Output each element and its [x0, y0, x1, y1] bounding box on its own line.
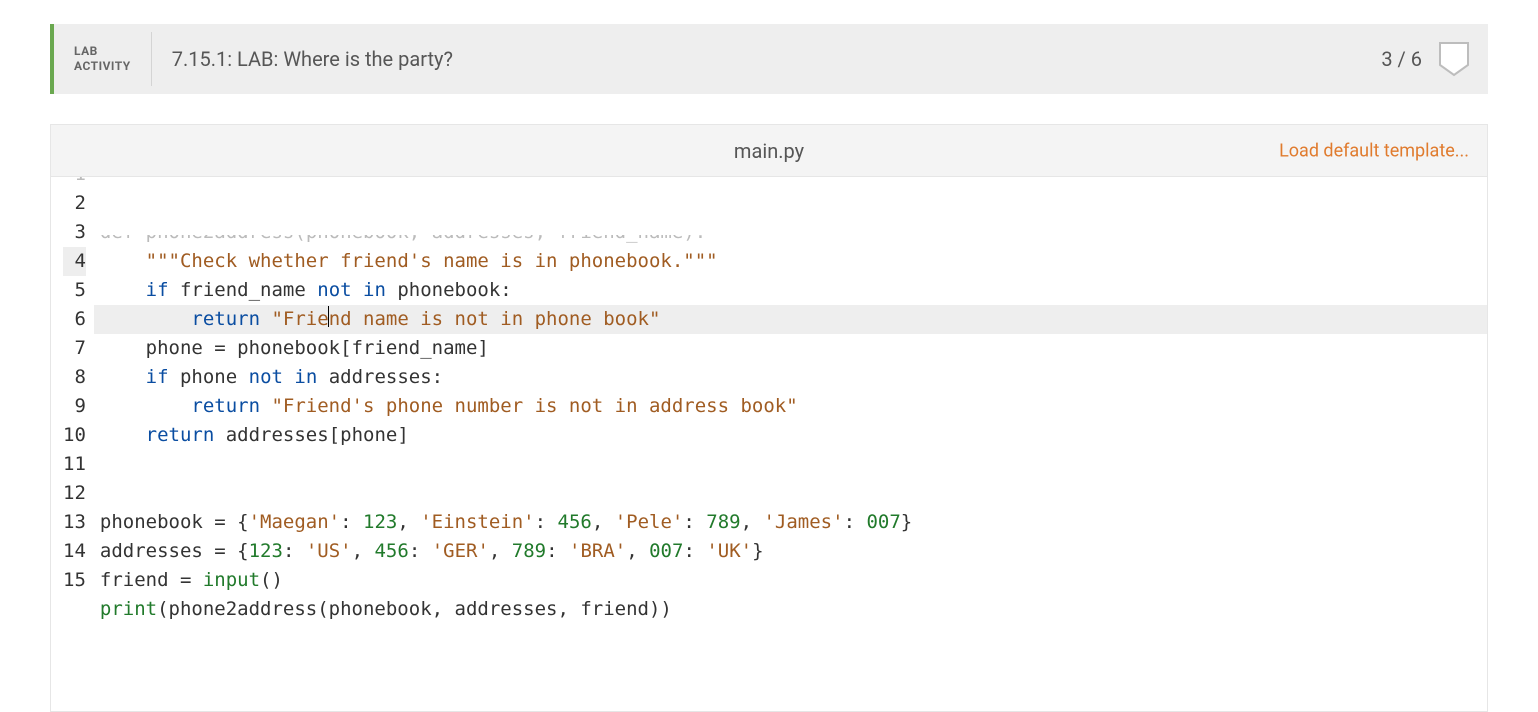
line-number: 1	[63, 177, 86, 189]
line-number: 8	[63, 363, 86, 392]
code-line[interactable]: phonebook = {'Maegan': 123, 'Einstein': …	[94, 508, 1487, 537]
code-area[interactable]: 123456789101112131415 def phone2address(…	[51, 177, 1487, 711]
code-line[interactable]: print(phone2address(phonebook, addresses…	[94, 595, 1487, 624]
line-number: 7	[63, 334, 86, 363]
line-number: 3	[63, 218, 86, 247]
score-shield-icon	[1438, 41, 1470, 77]
page-meta-text	[50, 0, 1488, 24]
line-number: 15	[63, 566, 86, 595]
code-line[interactable]: def phone2address(phonebook, addresses, …	[94, 235, 1487, 247]
file-name-tab[interactable]: main.py	[734, 139, 804, 163]
resize-handle-icon[interactable]	[1471, 695, 1485, 709]
lab-card: LAB ACTIVITY 7.15.1: LAB: Where is the p…	[50, 24, 1488, 712]
code-line[interactable]: if friend_name not in phonebook:	[94, 276, 1487, 305]
line-gutter: 123456789101112131415	[51, 177, 94, 711]
line-number: 13	[63, 508, 86, 537]
code-line[interactable]: return addresses[phone]	[94, 421, 1487, 450]
lab-score: 3 / 6	[1381, 47, 1438, 71]
code-line[interactable]: return "Friend's phone number is not in …	[94, 392, 1487, 421]
line-number: 10	[63, 421, 86, 450]
code-content[interactable]: def phone2address(phonebook, addresses, …	[94, 177, 1487, 711]
line-number: 14	[63, 537, 86, 566]
code-line[interactable]: return "Friend name is not in phone book…	[94, 305, 1487, 334]
code-line[interactable]: addresses = {123: 'US', 456: 'GER', 789:…	[94, 537, 1487, 566]
lab-badge-line2: ACTIVITY	[74, 59, 131, 74]
code-line[interactable]: if phone not in addresses:	[94, 363, 1487, 392]
line-number: 5	[63, 276, 86, 305]
code-line[interactable]	[94, 479, 1487, 508]
code-editor: main.py Load default template... 1234567…	[50, 124, 1488, 712]
lab-title: 7.15.1: LAB: Where is the party?	[152, 31, 1382, 87]
line-number: 12	[63, 479, 86, 508]
editor-tabbar: main.py Load default template...	[51, 125, 1487, 177]
code-line[interactable]: friend = input()	[94, 566, 1487, 595]
code-line[interactable]	[94, 450, 1487, 479]
lab-activity-badge: LAB ACTIVITY	[54, 32, 152, 86]
line-number: 6	[63, 305, 86, 334]
code-line[interactable]: phone = phonebook[friend_name]	[94, 334, 1487, 363]
line-number: 4	[63, 247, 86, 276]
lab-badge-line1: LAB	[74, 44, 131, 59]
code-line[interactable]: """Check whether friend's name is in pho…	[94, 247, 1487, 276]
line-number: 9	[63, 392, 86, 421]
load-default-template-link[interactable]: Load default template...	[1279, 140, 1469, 161]
code-line[interactable]	[94, 624, 1487, 653]
lab-header: LAB ACTIVITY 7.15.1: LAB: Where is the p…	[50, 24, 1488, 94]
line-number: 2	[63, 189, 86, 218]
line-number: 11	[63, 450, 86, 479]
